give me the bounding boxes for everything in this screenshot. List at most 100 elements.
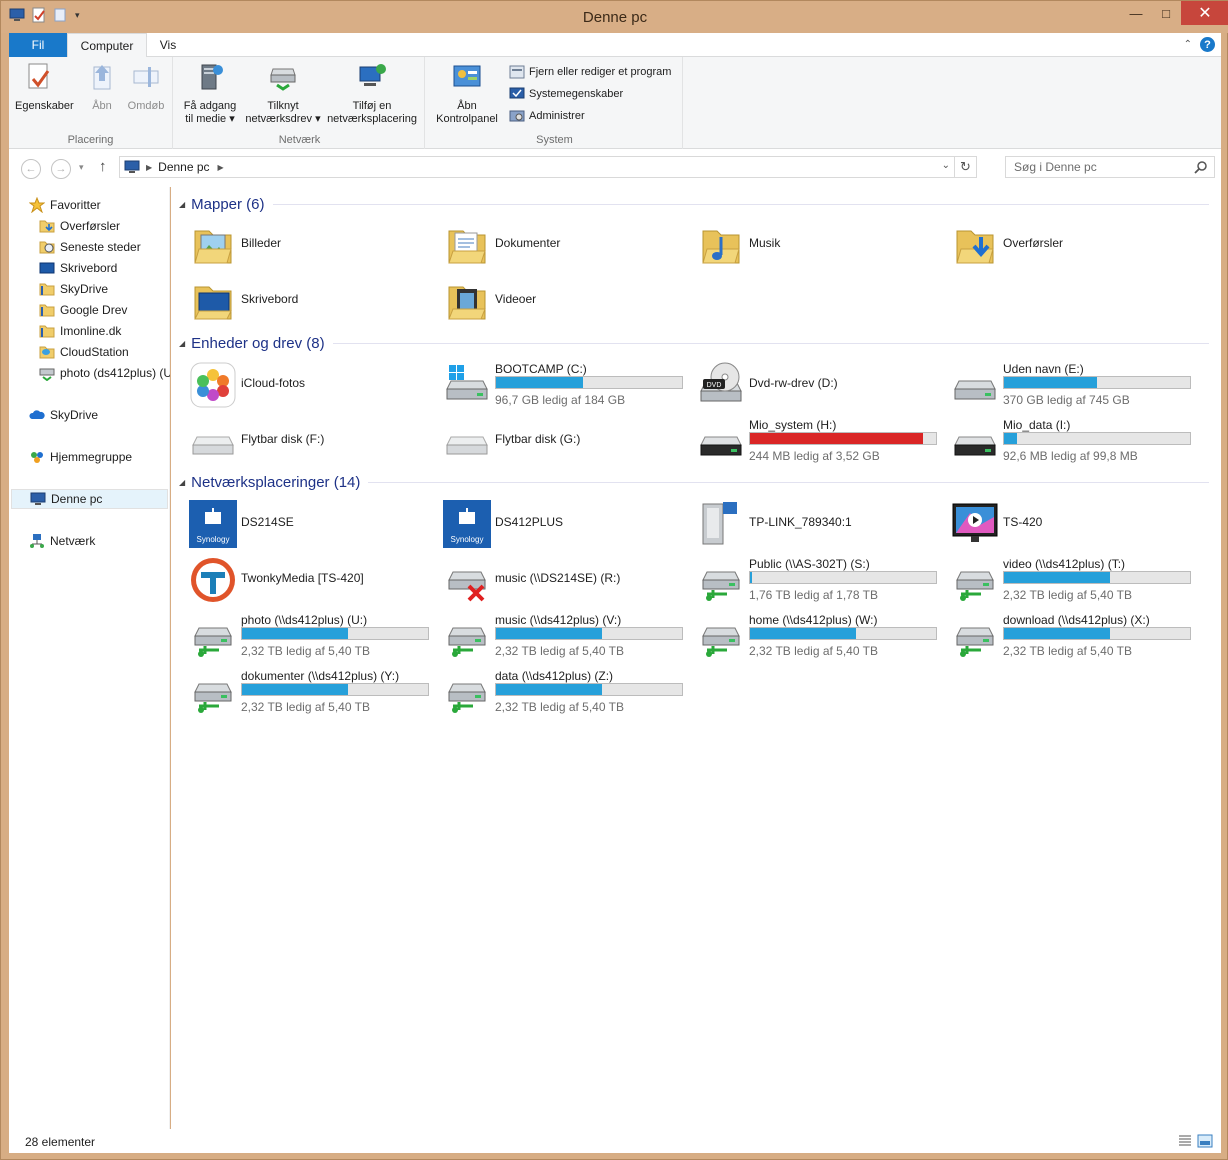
media-access-button[interactable]: Få adgang til medie ▾ bbox=[179, 61, 241, 126]
back-button[interactable]: ← bbox=[21, 159, 41, 179]
details-view-icon[interactable] bbox=[1177, 1133, 1193, 1149]
ribbon: Egenskaber Åbn Omdøb Placering Få adgang… bbox=[9, 57, 1221, 149]
tile-photo-ds412plus-u[interactable]: photo (\\ds412plus) (U:) 2,32 TB ledig af… bbox=[179, 608, 433, 664]
group-title: Mapper (6) bbox=[191, 195, 265, 213]
chevron-right-icon[interactable]: ▶ bbox=[218, 163, 224, 172]
collapse-triangle-icon[interactable]: ◢ bbox=[179, 478, 185, 487]
minimize-button[interactable]: — bbox=[1121, 1, 1151, 25]
manage-button[interactable]: Administrer bbox=[509, 108, 585, 124]
nav-skydrive[interactable]: SkyDrive bbox=[29, 405, 189, 425]
search-placeholder: Søg i Denne pc bbox=[1014, 160, 1097, 174]
tile-uden-navn-e[interactable]: Uden navn (E:) 370 GB ledig af 745 GB bbox=[941, 357, 1195, 413]
recent-locations-dropdown[interactable]: ▾ bbox=[79, 162, 84, 173]
forward-button[interactable]: → bbox=[51, 159, 71, 179]
tile-dokumenter-ds412plus-y[interactable]: dokumenter (\\ds412plus) (Y:) 2,32 TB led… bbox=[179, 664, 433, 720]
help-button[interactable]: ? bbox=[1200, 37, 1215, 52]
tab-view[interactable]: Vis bbox=[151, 33, 185, 57]
refresh-button[interactable]: ↻ bbox=[954, 157, 976, 177]
group-header-mapper[interactable]: ◢ Mapper (6) bbox=[179, 193, 1209, 215]
capacity-fill bbox=[750, 433, 923, 444]
status-bar: 28 elementer bbox=[9, 1129, 1221, 1153]
tile-icloud-fotos[interactable]: iCloud-fotos bbox=[179, 357, 433, 413]
tile-name: photo (\\ds412plus) (U:) bbox=[241, 613, 368, 627]
tile-ds214se[interactable]: Synology DS214SE bbox=[179, 496, 433, 552]
group-header-netvaerk[interactable]: ◢ Netværksplaceringer (14) bbox=[179, 471, 1209, 493]
tab-file[interactable]: Fil bbox=[9, 33, 67, 57]
capacity-fill bbox=[750, 572, 752, 583]
control-panel-label-1: Åbn bbox=[457, 100, 477, 112]
synology-icon: Synology bbox=[443, 500, 491, 548]
search-input[interactable]: Søg i Denne pc bbox=[1005, 156, 1215, 178]
group-header-enheder[interactable]: ◢ Enheder og drev (8) bbox=[179, 332, 1209, 354]
tile-name: video (\\ds412plus) (T:) bbox=[1003, 557, 1126, 571]
capacity-fill bbox=[496, 377, 584, 388]
capacity-text: 2,32 TB ledig af 5,40 TB bbox=[241, 700, 370, 714]
breadcrumb[interactable]: Denne pc bbox=[158, 160, 209, 174]
tile-home-ds412plus-w[interactable]: home (\\ds412plus) (W:) 2,32 TB ledig af … bbox=[687, 608, 941, 664]
address-row: ← → ▾ ↑ ▶ Denne pc ▶ ⌄ ↻ Søg i Denne pc bbox=[9, 149, 1221, 187]
chevron-right-icon[interactable]: ▶ bbox=[146, 163, 152, 172]
tile-mio-system-h[interactable]: Mio_system (H:) 244 MB ledig af 3,52 GB bbox=[687, 413, 941, 469]
address-bar[interactable]: ▶ Denne pc ▶ ⌄ ↻ bbox=[119, 156, 977, 178]
collapse-triangle-icon[interactable]: ◢ bbox=[179, 339, 185, 348]
control-panel-label-2: Kontrolpanel bbox=[436, 113, 498, 125]
properties-button[interactable]: Egenskaber bbox=[15, 61, 74, 113]
add-network-location-button[interactable]: Tilføj en netværksplacering bbox=[323, 61, 421, 126]
tile-tp-link-789340-1[interactable]: TP-LINK_789340:1 bbox=[687, 496, 941, 552]
nav-label: Skrivebord bbox=[60, 261, 118, 275]
tile-billeder[interactable]: Billeder bbox=[179, 217, 433, 273]
group-netvaerk: Få adgang til medie ▾ Tilknyt netværksdr… bbox=[175, 57, 425, 149]
tile-twonkymedia-ts-420[interactable]: TwonkyMedia [TS-420] bbox=[179, 552, 433, 608]
network-drive-icon bbox=[189, 612, 237, 660]
tile-musik[interactable]: Musik bbox=[687, 217, 941, 273]
tile-mio-data-i[interactable]: Mio_data (I:) 92,6 MB ledig af 99,8 MB bbox=[941, 413, 1195, 469]
chevron-down-icon[interactable]: ⌄ bbox=[942, 160, 950, 171]
collapse-triangle-icon[interactable]: ◢ bbox=[179, 200, 185, 209]
tile-data-ds412plus-z[interactable]: data (\\ds412plus) (Z:) 2,32 TB ledig af … bbox=[433, 664, 687, 720]
system-properties-label: Systemegenskaber bbox=[529, 88, 624, 100]
control-panel-button[interactable]: Åbn Kontrolpanel bbox=[431, 61, 503, 126]
synology-icon: Synology bbox=[189, 500, 237, 548]
tile-dokumenter[interactable]: Dokumenter bbox=[433, 217, 687, 273]
rename-button[interactable]: Omdøb bbox=[123, 61, 169, 113]
hard-drive-icon bbox=[951, 361, 999, 409]
recent-places-icon bbox=[39, 241, 55, 254]
nav-denne-pc[interactable]: Denne pc bbox=[11, 489, 168, 509]
tile-videoer[interactable]: Videoer bbox=[433, 273, 687, 329]
map-network-drive-button[interactable]: Tilknyt netværksdrev ▾ bbox=[245, 61, 321, 126]
close-button[interactable]: ✕ bbox=[1181, 1, 1228, 25]
tile-music-ds412plus-v[interactable]: music (\\ds412plus) (V:) 2,32 TB ledig af… bbox=[433, 608, 687, 664]
nav-label: Google Drev bbox=[60, 303, 128, 317]
capacity-text: 2,32 TB ledig af 5,40 TB bbox=[495, 700, 624, 714]
tile-video-ds412plus-t[interactable]: video (\\ds412plus) (T:) 2,32 TB ledig af… bbox=[941, 552, 1195, 608]
tile-ts-420[interactable]: TS-420 bbox=[941, 496, 1195, 552]
tile-overførsler[interactable]: Overførsler bbox=[941, 217, 1195, 273]
media-server-icon bbox=[201, 64, 223, 90]
open-button[interactable]: Åbn bbox=[85, 61, 119, 113]
tab-computer[interactable]: Computer bbox=[67, 33, 147, 58]
tile-flytbar-disk-f[interactable]: Flytbar disk (F:) bbox=[179, 413, 433, 469]
tile-bootcamp-c[interactable]: BOOTCAMP (C:) 96,7 GB ledig af 184 GB bbox=[433, 357, 687, 413]
tile-dvd-rw-drev-d[interactable]: DVD Dvd-rw-drev (D:) bbox=[687, 357, 941, 413]
tile-music-ds214se-r[interactable]: music (\\DS214SE) (R:) bbox=[433, 552, 687, 608]
uninstall-program-button[interactable]: Fjern eller rediger et program bbox=[509, 64, 671, 80]
tile-ds412plus[interactable]: Synology DS412PLUS bbox=[433, 496, 687, 552]
maximize-button[interactable]: □ bbox=[1151, 1, 1181, 25]
tile-public-as-302t-s[interactable]: Public (\\AS-302T) (S:) 1,76 TB ledig af … bbox=[687, 552, 941, 608]
nav-photo-drive[interactable]: photo (ds412plus) (U:) bbox=[39, 363, 170, 383]
tile-flytbar-disk-g[interactable]: Flytbar disk (G:) bbox=[433, 413, 687, 469]
properties-icon bbox=[28, 63, 50, 89]
tile-download-ds412plus-x[interactable]: download (\\ds412plus) (X:) 2,32 TB ledig… bbox=[941, 608, 1195, 664]
tile-skrivebord[interactable]: Skrivebord bbox=[179, 273, 433, 329]
nav-label: Seneste steder bbox=[60, 240, 141, 254]
chevron-up-icon[interactable]: ⌃ bbox=[1184, 39, 1192, 50]
up-button[interactable]: ↑ bbox=[99, 158, 107, 175]
large-icons-view-icon[interactable] bbox=[1197, 1133, 1213, 1149]
nav-netvaerk[interactable]: Netværk bbox=[29, 531, 189, 551]
system-properties-button[interactable]: Systemegenskaber bbox=[509, 86, 623, 102]
content-area: ◢ Mapper (6) Billeder Dokumenter Musik Over… bbox=[171, 187, 1221, 1129]
window-controls: — □ ✕ bbox=[1121, 1, 1228, 25]
nav-hjemmegruppe[interactable]: Hjemmegruppe bbox=[29, 447, 189, 467]
group-title: Netværksplaceringer (14) bbox=[191, 473, 361, 491]
nav-favoritter[interactable]: Favoritter bbox=[29, 195, 189, 215]
